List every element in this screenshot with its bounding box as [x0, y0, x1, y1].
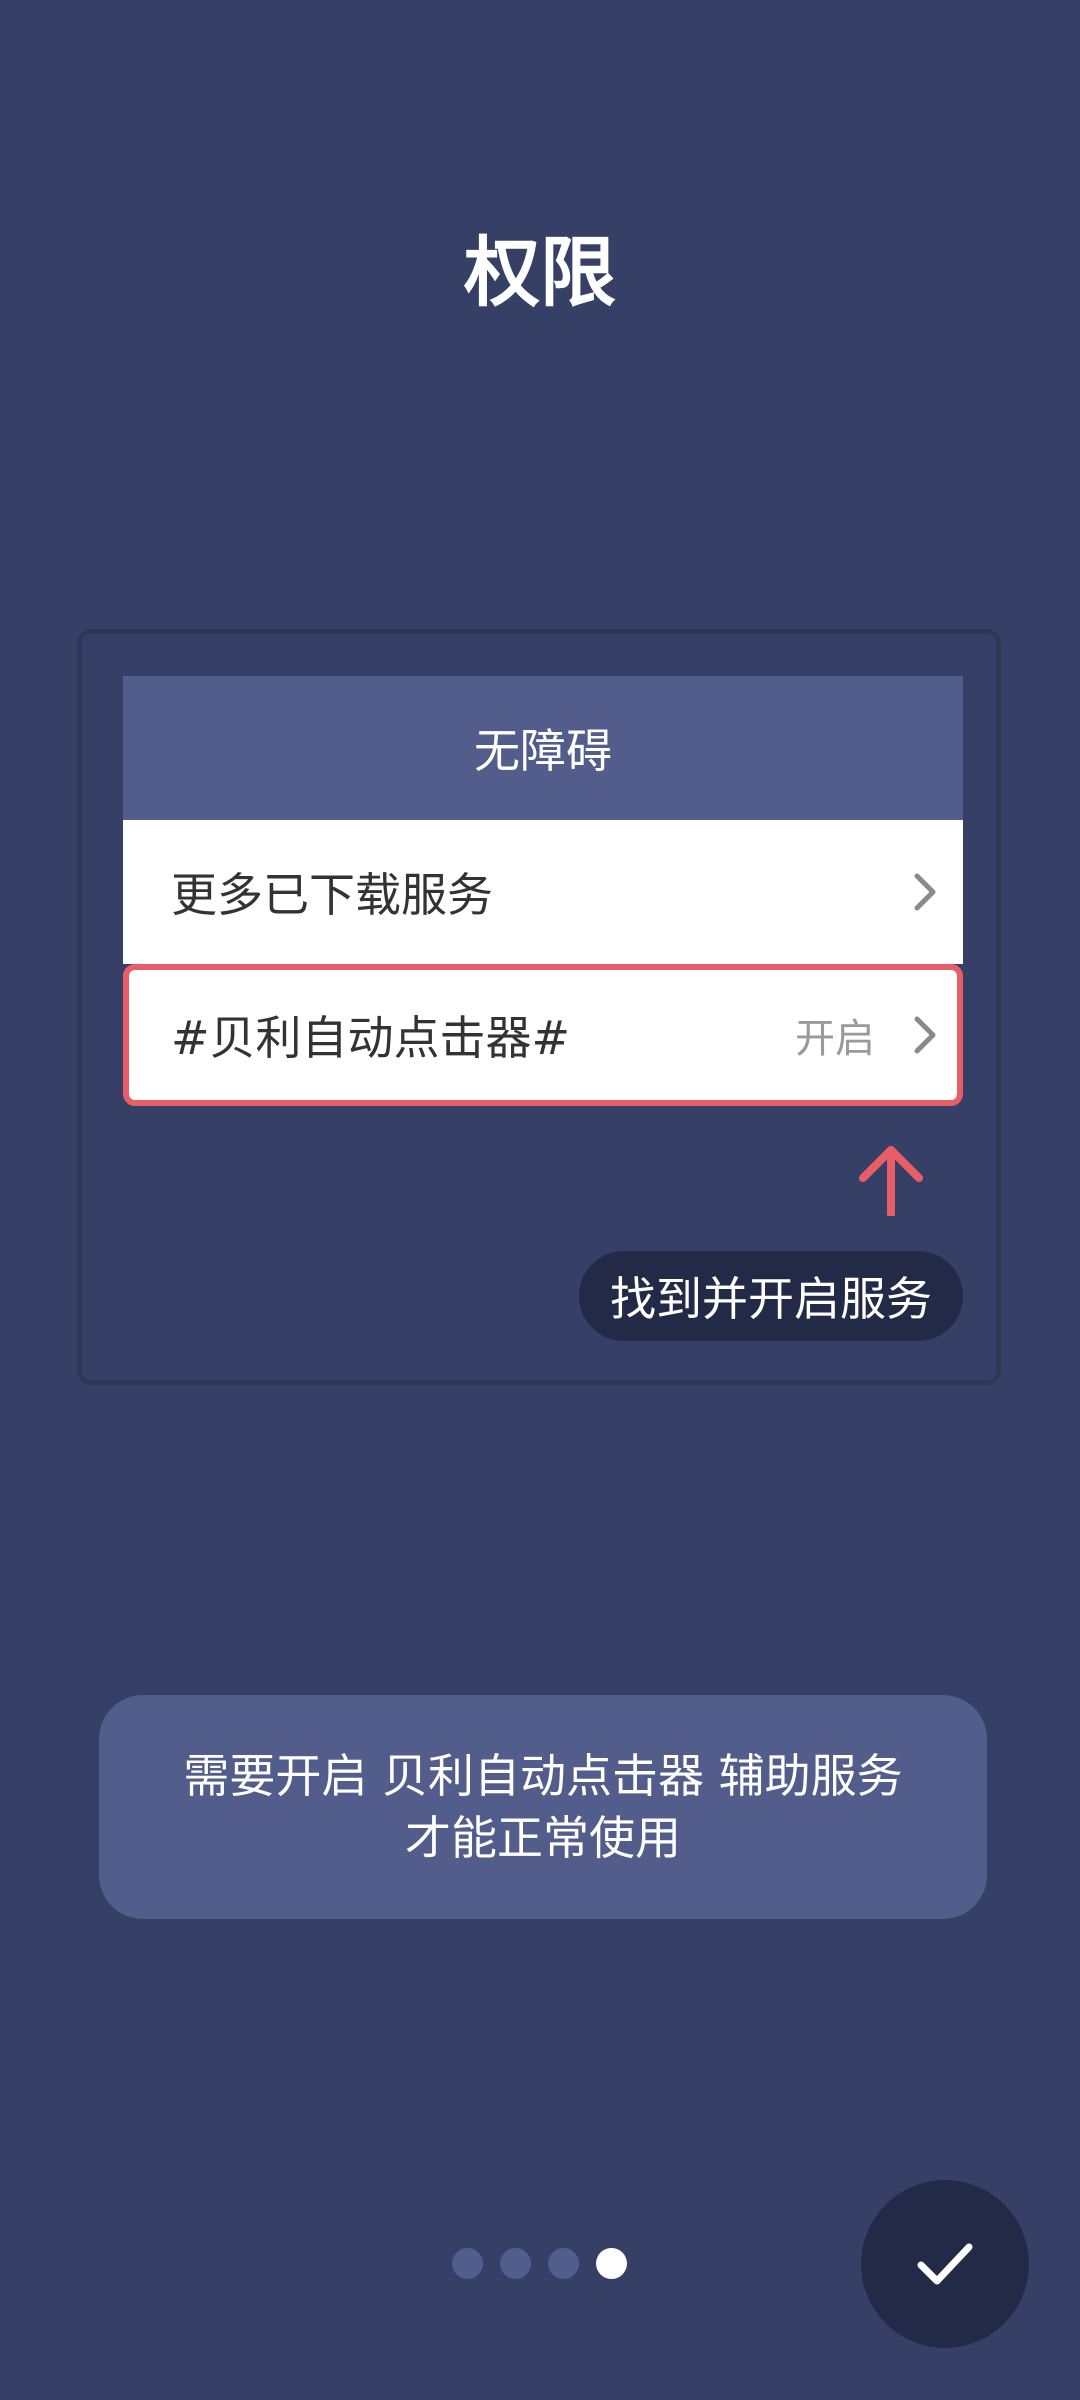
row-label: #贝利自动点击器# [171, 1011, 571, 1065]
service-status: 开启 [795, 1016, 875, 1062]
page-dot-1 [452, 2248, 483, 2279]
page-indicator [452, 2248, 627, 2279]
more-downloaded-services-row: 更多已下载服务 [123, 820, 963, 964]
page-dot-2 [500, 2248, 531, 2279]
chevron-right-icon [914, 1016, 936, 1054]
accessibility-header: 无障碍 [123, 676, 963, 820]
page-title: 权限 [464, 228, 616, 317]
permission-screen: 权限 无障碍 更多已下载服务 #贝利自动点击器# 开启 找到并开启服务 需要开启… [0, 0, 1080, 2400]
confirm-button[interactable] [861, 2180, 1029, 2348]
chevron-right-icon [914, 873, 936, 911]
arrow-up-icon [859, 1146, 923, 1216]
auto-clicker-service-row: #贝利自动点击器# 开启 [123, 964, 963, 1106]
permission-notice: 需要开启 贝利自动点击器 辅助服务 才能正常使用 [99, 1695, 987, 1919]
page-dot-4-active [596, 2248, 627, 2279]
tooltip-text: 找到并开启服务 [610, 1272, 932, 1326]
row-label: 更多已下载服务 [171, 868, 493, 922]
check-icon [917, 2243, 973, 2285]
notice-line-2: 才能正常使用 [405, 1811, 681, 1865]
find-service-tooltip: 找到并开启服务 [579, 1251, 963, 1341]
notice-line-1: 需要开启 贝利自动点击器 辅助服务 [183, 1749, 903, 1803]
page-dot-3 [548, 2248, 579, 2279]
accessibility-header-title: 无障碍 [474, 724, 612, 778]
